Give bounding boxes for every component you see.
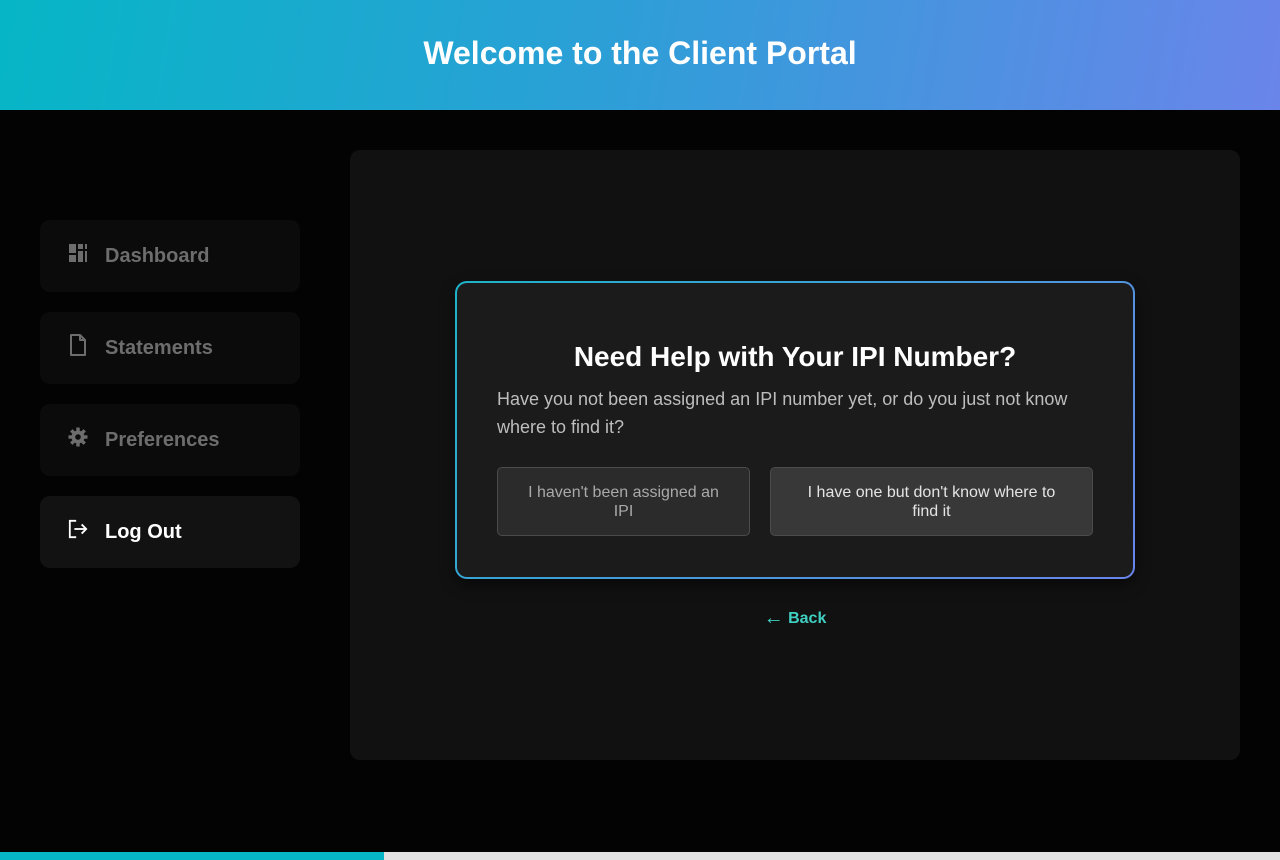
sidebar-item-label: Log Out (105, 520, 182, 543)
sidebar-item-dashboard[interactable]: Dashboard (40, 220, 300, 292)
sidebar-item-logout[interactable]: Log Out (40, 496, 300, 568)
back-link-label: Back (788, 610, 827, 627)
arrow-left-icon: ← (763, 607, 784, 629)
dashboard-icon (68, 242, 88, 264)
progress-bar (0, 852, 1280, 860)
document-icon (68, 334, 88, 356)
sidebar-item-preferences[interactable]: Preferences (40, 404, 300, 476)
back-link[interactable]: ← Back (350, 606, 1240, 629)
sidebar: Dashboard Statements Preferences Log Out (40, 220, 300, 588)
ipi-help-card: Need Help with Your IPI Number? Have you… (455, 281, 1135, 579)
help-card-description: Have you not been assigned an IPI number… (497, 389, 1068, 437)
sidebar-item-label: Statements (105, 336, 213, 359)
page-title: Welcome to the Client Portal (423, 34, 857, 71)
not-assigned-button[interactable]: I haven't been assigned an IPI (497, 467, 750, 536)
dont-know-where-button[interactable]: I have one but don't know where to find … (770, 467, 1093, 536)
progress-bar-fill (0, 852, 384, 860)
option-button-row: I haven't been assigned an IPI I have on… (497, 467, 1093, 536)
sidebar-item-label: Preferences (105, 428, 220, 451)
main-panel: Need Help with Your IPI Number? Have you… (350, 150, 1240, 760)
logout-icon (68, 518, 88, 540)
help-card-title: Need Help with Your IPI Number? (573, 341, 1017, 372)
sidebar-item-statements[interactable]: Statements (40, 312, 300, 384)
sidebar-item-label: Dashboard (105, 244, 210, 267)
gear-icon (68, 426, 88, 448)
page-header: Welcome to the Client Portal (0, 0, 1280, 110)
